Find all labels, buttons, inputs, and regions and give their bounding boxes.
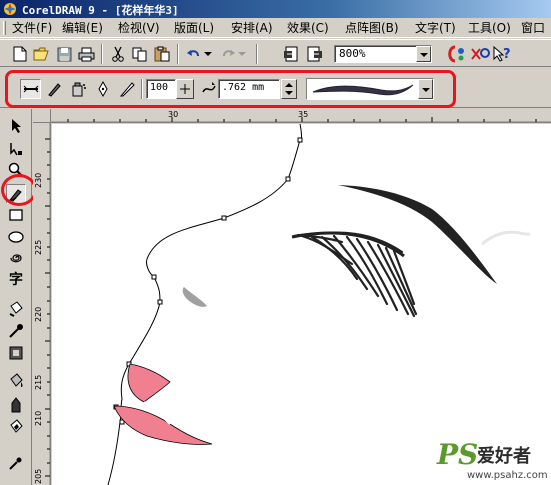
menu-bar: 文件(F) 编辑(E) 检视(V) 版面(L) 安排(A) 效果(C) 点阵图(… bbox=[0, 18, 551, 38]
brush-stroke-preview bbox=[312, 84, 414, 96]
outline-tool-icon[interactable] bbox=[6, 343, 26, 363]
horizontal-ruler-ticks bbox=[38, 117, 551, 123]
rectangle-tool-icon[interactable] bbox=[6, 205, 26, 225]
menu-file[interactable]: 文件(F) bbox=[10, 20, 54, 36]
smoothing-slider-icon[interactable] bbox=[176, 79, 194, 99]
eyebrow-fade bbox=[481, 230, 531, 246]
sprayer-mode-icon[interactable] bbox=[68, 79, 89, 99]
undo-icon[interactable] bbox=[184, 44, 204, 64]
vertical-ruler bbox=[33, 109, 51, 485]
stroke-width-input[interactable]: .762 mm bbox=[218, 79, 280, 99]
toolbar-separator bbox=[101, 44, 103, 64]
eyelashes bbox=[292, 231, 418, 318]
upper-lip-shape bbox=[127, 363, 171, 403]
ellipse-tool-icon[interactable] bbox=[6, 227, 26, 247]
whats-this-help-icon[interactable]: ? bbox=[490, 44, 514, 64]
watermark-brand: PS bbox=[437, 438, 479, 471]
smoothing-value: 100 bbox=[150, 82, 169, 93]
chevron-down-icon[interactable] bbox=[418, 79, 433, 99]
window-title: CorelDRAW 9 - [花样年华3] bbox=[22, 4, 179, 17]
menu-bitmaps[interactable]: 点阵图(B) bbox=[343, 20, 401, 36]
vertical-ruler-ticks bbox=[45, 109, 51, 485]
interactive-blend-tool-icon[interactable] bbox=[6, 395, 26, 415]
stroke-width-icon bbox=[198, 79, 219, 99]
save-icon[interactable] bbox=[54, 44, 74, 64]
standard-toolbar: 800% ? bbox=[0, 39, 551, 67]
svg-text:?: ? bbox=[503, 47, 511, 62]
pick-tool-icon[interactable] bbox=[6, 116, 26, 136]
preset-mode-icon[interactable] bbox=[20, 79, 41, 99]
pressure-mode-icon[interactable] bbox=[116, 79, 137, 99]
property-separator bbox=[141, 79, 143, 99]
shape-tool-icon[interactable] bbox=[6, 139, 26, 159]
ruler-origin-corner[interactable] bbox=[33, 109, 51, 123]
redo-icon[interactable] bbox=[218, 44, 238, 64]
ruler-left-label: 215 bbox=[34, 374, 43, 390]
menu-arrange[interactable]: 安排(A) bbox=[229, 20, 275, 36]
new-file-icon[interactable] bbox=[10, 44, 30, 64]
ruler-top-label: 35 bbox=[298, 110, 309, 119]
print-icon[interactable] bbox=[76, 44, 96, 64]
ruler-left-label: 205 bbox=[34, 468, 43, 484]
corel-tutor-icon[interactable] bbox=[468, 44, 492, 64]
stroke-preset-select[interactable] bbox=[306, 78, 434, 100]
toolbar-separator bbox=[177, 44, 179, 64]
calligraphic-mode-icon[interactable] bbox=[92, 79, 113, 99]
zoom-tool-icon[interactable] bbox=[6, 160, 26, 180]
export-icon[interactable] bbox=[305, 44, 325, 64]
freehand-smoothing-input[interactable]: 100 bbox=[146, 79, 176, 99]
property-bar: 100 .762 mm bbox=[0, 68, 551, 108]
drawing-canvas[interactable] bbox=[52, 124, 551, 485]
toolbox: 字 bbox=[0, 109, 32, 485]
ruler-left-label: 230 bbox=[34, 172, 43, 188]
menu-edit[interactable]: 编辑(E) bbox=[60, 20, 105, 36]
artistic-media-tool-icon[interactable] bbox=[6, 184, 26, 204]
horizontal-ruler bbox=[38, 109, 551, 123]
copy-icon[interactable] bbox=[130, 44, 150, 64]
spin-up-icon[interactable] bbox=[285, 83, 293, 87]
fill-tool-icon[interactable] bbox=[6, 371, 26, 391]
menu-window[interactable]: 窗口 bbox=[519, 20, 547, 36]
zoom-level-value: 800% bbox=[339, 47, 366, 60]
psahz-watermark: PS 爱好者 www.psahz.com bbox=[437, 438, 549, 484]
menu-grip bbox=[3, 21, 6, 35]
menu-tools[interactable]: 工具(O) bbox=[466, 20, 513, 36]
menu-text[interactable]: 文字(T) bbox=[413, 20, 458, 36]
text-tool-icon[interactable]: 字 bbox=[6, 269, 26, 289]
lower-lip-shape bbox=[113, 405, 213, 445]
coreldraw-app-icon bbox=[4, 3, 16, 15]
ruler-left-label: 225 bbox=[34, 239, 43, 255]
face-illustration bbox=[107, 124, 531, 485]
stroke-width-spinner[interactable] bbox=[281, 79, 297, 99]
menu-layout[interactable]: 版面(L) bbox=[172, 20, 216, 36]
title-bar: CorelDRAW 9 - [花样年华3] bbox=[0, 0, 551, 18]
undo-dropdown-icon[interactable] bbox=[202, 44, 214, 64]
corel-application-launcher-icon[interactable] bbox=[444, 44, 468, 64]
interactive-transparency-tool-icon[interactable] bbox=[6, 417, 26, 437]
watermark-url: www.psahz.com bbox=[467, 470, 548, 481]
menu-view[interactable]: 检视(V) bbox=[116, 20, 162, 36]
cut-icon[interactable] bbox=[108, 44, 128, 64]
paste-icon[interactable] bbox=[152, 44, 172, 64]
interactive-fill-tool-icon[interactable] bbox=[6, 299, 26, 319]
ruler-left-label: 220 bbox=[34, 306, 43, 322]
toolbar-separator bbox=[256, 44, 258, 64]
eyedropper-tool-icon[interactable] bbox=[6, 321, 26, 341]
import-icon[interactable] bbox=[281, 44, 301, 64]
stroke-width-value: .762 mm bbox=[222, 82, 265, 93]
nostril-shape bbox=[182, 287, 207, 307]
open-folder-icon[interactable] bbox=[32, 44, 52, 64]
ruler-top-label: 30 bbox=[168, 110, 179, 119]
spiral-tool-icon[interactable] bbox=[6, 248, 26, 268]
menu-effects[interactable]: 效果(C) bbox=[285, 20, 331, 36]
property-bar-grip bbox=[5, 78, 8, 100]
knife-tool-icon[interactable] bbox=[6, 453, 26, 473]
chevron-down-icon[interactable] bbox=[416, 46, 431, 62]
spin-down-icon[interactable] bbox=[285, 91, 293, 95]
redo-dropdown-icon[interactable] bbox=[236, 44, 248, 64]
zoom-level-select[interactable]: 800% bbox=[334, 45, 432, 63]
watermark-chinese: 爱好者 bbox=[477, 446, 531, 467]
ruler-left-label: 210 bbox=[34, 410, 43, 426]
brush-mode-icon[interactable] bbox=[44, 79, 65, 99]
